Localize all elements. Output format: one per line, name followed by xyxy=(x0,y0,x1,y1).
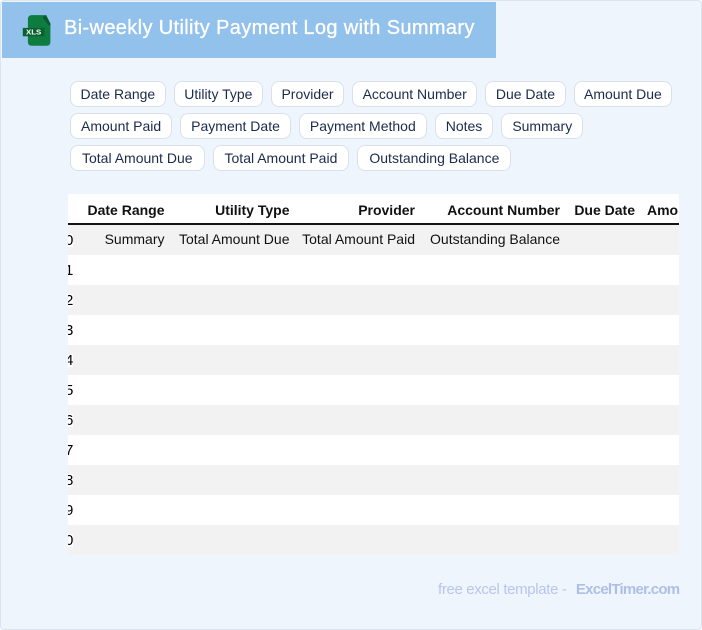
svg-text:XLS: XLS xyxy=(26,28,41,37)
